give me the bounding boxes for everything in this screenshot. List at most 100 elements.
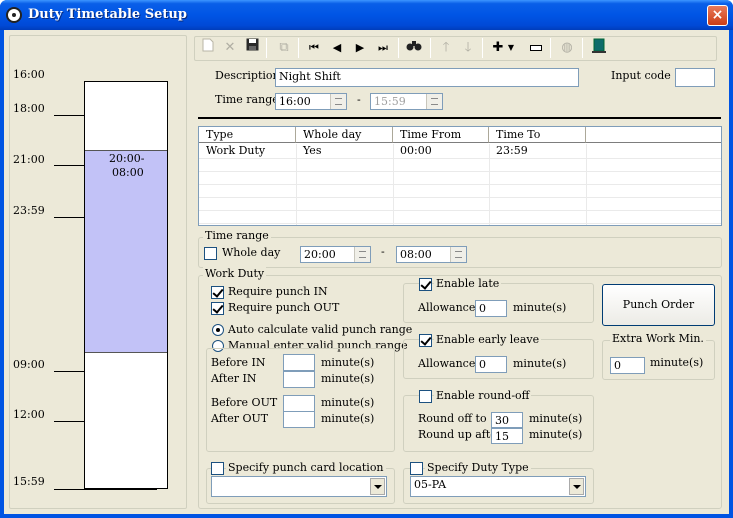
header-divider <box>198 117 721 119</box>
location-select[interactable] <box>211 476 387 497</box>
app-gear-icon <box>6 7 22 23</box>
prev-record-icon[interactable]: ◀ <box>327 38 347 58</box>
title-bar: Duty Timetable Setup × <box>0 0 733 30</box>
duty-type-dropdown-chevron-icon[interactable] <box>569 478 584 495</box>
time-range-group-label: Time range <box>203 229 271 242</box>
grid-line <box>199 197 721 198</box>
add-icon[interactable]: ✚ <box>488 38 508 58</box>
time-range-from-input[interactable]: 16:00 <box>275 93 347 110</box>
exit-icon[interactable] <box>589 38 609 58</box>
time-from-spinner[interactable] <box>330 94 346 109</box>
description-label: Description <box>215 69 280 82</box>
move-down-icon[interactable]: 🡓 <box>458 38 478 58</box>
punch-order-button[interactable]: Punch Order <box>602 284 715 326</box>
time-range-to-value: 15:59 <box>374 95 406 108</box>
save-icon[interactable] <box>242 38 262 58</box>
enable-round-off-label: Enable round-off <box>434 389 532 402</box>
find-icon[interactable] <box>404 38 424 58</box>
first-record-icon[interactable]: ⏮ <box>304 38 324 58</box>
work-duty-from-input[interactable]: 20:00 <box>300 246 371 263</box>
auto-calculate-radio[interactable] <box>212 324 224 336</box>
extra-work-input[interactable]: 0 <box>610 357 645 374</box>
remove-icon[interactable] <box>526 38 546 58</box>
late-allowance-input[interactable]: 0 <box>475 300 507 317</box>
whole-day-checkbox[interactable] <box>204 247 217 260</box>
delete-icon[interactable]: ✕ <box>220 38 240 58</box>
grid-line <box>199 158 721 159</box>
auto-calculate-label: Auto calculate valid punch range <box>228 323 413 336</box>
before-in-label: Before IN <box>211 356 266 369</box>
window-title: Duty Timetable Setup <box>28 7 187 22</box>
extra-work-unit: minute(s) <box>650 356 704 369</box>
late-allowance-unit: minute(s) <box>513 301 567 314</box>
close-button[interactable]: × <box>707 5 728 26</box>
grid-line <box>199 171 721 172</box>
timeline-tick-label: 09:00 <box>13 358 45 371</box>
time-to-spinner[interactable] <box>426 94 442 109</box>
before-out-input[interactable] <box>283 395 315 412</box>
new-icon[interactable] <box>198 38 218 58</box>
work-duty-group-label: Work Duty <box>203 267 267 280</box>
after-in-input[interactable] <box>283 371 315 388</box>
grid-line <box>199 210 721 211</box>
add-dropdown-chevron-icon[interactable]: ▼ <box>506 38 516 58</box>
round-off-input[interactable]: 30 <box>491 412 523 428</box>
enable-early-leave-checkbox[interactable] <box>419 334 432 347</box>
last-record-icon[interactable]: ⏭ <box>373 38 393 58</box>
after-out-unit: minute(s) <box>321 412 375 425</box>
work-duty-to-spinner[interactable] <box>450 247 466 262</box>
require-punch-out-checkbox[interactable] <box>211 302 224 315</box>
location-dropdown-chevron-icon[interactable] <box>370 478 385 495</box>
toolbar-separator <box>398 38 399 58</box>
duty-type-select[interactable]: 05-PA <box>410 476 586 497</box>
round-up-unit: minute(s) <box>529 428 583 441</box>
toolbar-separator <box>430 38 431 58</box>
enable-late-checkbox[interactable] <box>419 278 432 291</box>
copy-icon[interactable]: ⧉ <box>274 38 294 58</box>
timeline-tick <box>54 421 84 422</box>
timeline-tick-label: 23:59 <box>13 204 45 217</box>
time-range-to-input[interactable]: 15:59 <box>370 93 443 110</box>
timeline-tick-label: 16:00 <box>13 68 45 81</box>
before-in-input[interactable] <box>283 354 315 371</box>
work-duty-from-spinner[interactable] <box>354 247 370 262</box>
timeline-block-label-end: 08:00 <box>112 166 144 179</box>
grid-line <box>199 184 721 185</box>
column-header-whole-day[interactable]: Whole day <box>296 127 393 143</box>
require-punch-in-checkbox[interactable] <box>211 286 224 299</box>
column-header-time-from[interactable]: Time From <box>393 127 489 143</box>
after-out-input[interactable] <box>283 411 315 428</box>
next-record-icon[interactable]: ▶ <box>350 38 370 58</box>
enable-round-off-checkbox[interactable] <box>419 390 432 403</box>
timeline-duty-block <box>85 150 167 353</box>
specify-duty-type-checkbox[interactable] <box>410 462 423 475</box>
specify-duty-type-label: Specify Duty Type <box>425 461 531 474</box>
toolbar-separator <box>482 38 483 58</box>
duty-table: Type Whole day Time From Time To Work Du… <box>198 126 722 226</box>
early-allowance-input[interactable]: 0 <box>475 356 507 373</box>
disabled-globe-icon[interactable]: ◍ <box>557 38 577 58</box>
description-input[interactable]: Night Shift <box>275 68 579 87</box>
table-row[interactable]: Work Duty Yes 00:00 23:59 <box>199 144 721 158</box>
round-off-unit: minute(s) <box>529 412 583 425</box>
work-duty-to-input[interactable]: 08:00 <box>396 246 467 263</box>
cell-type: Work Duty <box>206 144 266 157</box>
whole-day-label: Whole day <box>222 246 281 259</box>
specify-location-checkbox[interactable] <box>211 462 224 475</box>
move-up-icon[interactable]: 🡑 <box>436 38 456 58</box>
extra-work-label: Extra Work Min. <box>610 332 706 345</box>
column-header-time-to[interactable]: Time To <box>489 127 586 143</box>
cell-whole-day: Yes <box>303 144 322 157</box>
grid-line <box>199 223 721 224</box>
early-allowance-label: Allowance <box>418 357 476 370</box>
round-up-input[interactable]: 15 <box>491 428 523 444</box>
toolbar-separator <box>298 38 299 58</box>
specify-location-label: Specify punch card location <box>226 461 386 474</box>
punch-order-button-label: Punch Order <box>622 298 695 311</box>
column-header-type[interactable]: Type <box>199 127 296 143</box>
time-range-from-value: 16:00 <box>279 95 311 108</box>
timeline-tick <box>54 115 84 116</box>
time-range-label: Time range <box>215 93 279 106</box>
app-window: Duty Timetable Setup × 20:00- 08:00 16:0… <box>0 0 733 518</box>
input-code-input[interactable] <box>675 68 715 87</box>
